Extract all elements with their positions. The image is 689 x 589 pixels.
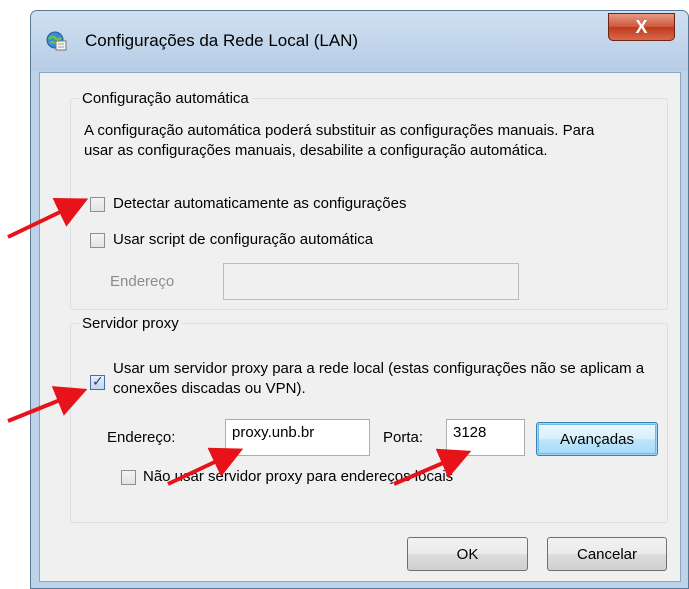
bypass-local-checkbox[interactable] [121, 470, 136, 485]
proxy-address-label: Endereço: [107, 429, 176, 446]
close-button[interactable]: X [608, 13, 675, 41]
proxy-port-label: Porta: [383, 429, 424, 446]
use-proxy-checkbox[interactable]: ✓ [90, 373, 105, 390]
auto-config-description: A configuração automática poderá substit… [84, 122, 595, 159]
dialog-body: Configuração automática A configuração a… [39, 72, 681, 582]
use-script-label[interactable]: Usar script de configuração automática [113, 230, 373, 250]
proxy-group-label: Servidor proxy [82, 315, 179, 332]
cancel-button[interactable]: Cancelar [547, 537, 667, 571]
auto-detect-label[interactable]: Detectar automaticamente as configuraçõe… [113, 194, 407, 214]
close-icon: X [635, 16, 648, 37]
window-title: Configurações da Rede Local (LAN) [85, 31, 359, 50]
proxy-address-field[interactable]: proxy.unb.br [225, 419, 370, 456]
ok-button[interactable]: OK [407, 537, 528, 571]
bypass-local-label[interactable]: Não usar servidor proxy para endereços l… [143, 467, 453, 487]
advanced-button[interactable]: Avançadas [536, 422, 658, 456]
auto-detect-checkbox[interactable] [90, 197, 105, 212]
script-address-label: Endereço [110, 273, 175, 290]
lan-settings-dialog: Configurações da Rede Local (LAN) X Conf… [30, 10, 689, 589]
proxy-port-field[interactable]: 3128 [446, 419, 525, 456]
use-script-checkbox[interactable] [90, 233, 105, 248]
auto-config-group-label: Configuração automática [82, 90, 249, 107]
title-bar: Configurações da Rede Local (LAN) X [31, 11, 688, 71]
network-settings-icon [46, 31, 67, 51]
script-address-field[interactable] [223, 263, 519, 300]
checkmark-icon: ✓ [92, 373, 104, 389]
use-proxy-label[interactable]: Usar um servidor proxy para a rede local… [113, 359, 669, 399]
